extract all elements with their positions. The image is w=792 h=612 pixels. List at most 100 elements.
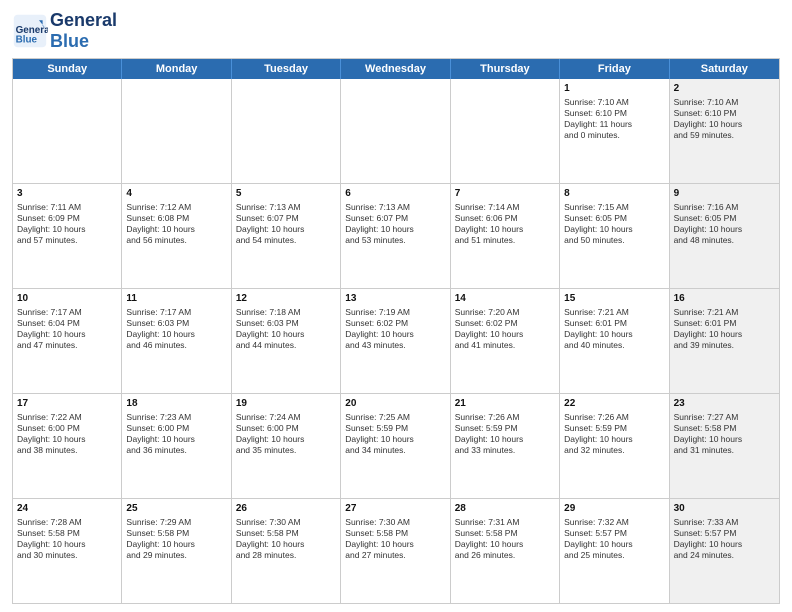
day-number: 13 [345, 292, 445, 306]
calendar-cell-20: 20Sunrise: 7:25 AM Sunset: 5:59 PM Dayli… [341, 394, 450, 498]
calendar-body: 1Sunrise: 7:10 AM Sunset: 6:10 PM Daylig… [13, 79, 779, 603]
cell-info: Sunrise: 7:17 AM Sunset: 6:03 PM Dayligh… [126, 307, 226, 351]
calendar-cell-empty-0-1 [122, 79, 231, 183]
day-number: 8 [564, 187, 664, 201]
calendar-cell-29: 29Sunrise: 7:32 AM Sunset: 5:57 PM Dayli… [560, 499, 669, 603]
cell-info: Sunrise: 7:23 AM Sunset: 6:00 PM Dayligh… [126, 412, 226, 456]
day-number: 4 [126, 187, 226, 201]
day-number: 22 [564, 397, 664, 411]
header-day-wednesday: Wednesday [341, 59, 450, 79]
day-number: 3 [17, 187, 117, 201]
cell-info: Sunrise: 7:15 AM Sunset: 6:05 PM Dayligh… [564, 202, 664, 246]
page: General Blue General Blue SundayMondayTu… [0, 0, 792, 612]
cell-info: Sunrise: 7:17 AM Sunset: 6:04 PM Dayligh… [17, 307, 117, 351]
calendar-cell-15: 15Sunrise: 7:21 AM Sunset: 6:01 PM Dayli… [560, 289, 669, 393]
day-number: 23 [674, 397, 775, 411]
header-day-friday: Friday [560, 59, 669, 79]
cell-info: Sunrise: 7:30 AM Sunset: 5:58 PM Dayligh… [345, 517, 445, 561]
cell-info: Sunrise: 7:31 AM Sunset: 5:58 PM Dayligh… [455, 517, 555, 561]
calendar-cell-1: 1Sunrise: 7:10 AM Sunset: 6:10 PM Daylig… [560, 79, 669, 183]
calendar-row-4: 24Sunrise: 7:28 AM Sunset: 5:58 PM Dayli… [13, 498, 779, 603]
calendar-cell-12: 12Sunrise: 7:18 AM Sunset: 6:03 PM Dayli… [232, 289, 341, 393]
calendar: SundayMondayTuesdayWednesdayThursdayFrid… [12, 58, 780, 604]
day-number: 17 [17, 397, 117, 411]
cell-info: Sunrise: 7:25 AM Sunset: 5:59 PM Dayligh… [345, 412, 445, 456]
day-number: 6 [345, 187, 445, 201]
calendar-cell-empty-0-0 [13, 79, 122, 183]
day-number: 26 [236, 502, 336, 516]
cell-info: Sunrise: 7:16 AM Sunset: 6:05 PM Dayligh… [674, 202, 775, 246]
calendar-cell-3: 3Sunrise: 7:11 AM Sunset: 6:09 PM Daylig… [13, 184, 122, 288]
day-number: 16 [674, 292, 775, 306]
cell-info: Sunrise: 7:18 AM Sunset: 6:03 PM Dayligh… [236, 307, 336, 351]
cell-info: Sunrise: 7:27 AM Sunset: 5:58 PM Dayligh… [674, 412, 775, 456]
day-number: 2 [674, 82, 775, 96]
day-number: 27 [345, 502, 445, 516]
calendar-cell-6: 6Sunrise: 7:13 AM Sunset: 6:07 PM Daylig… [341, 184, 450, 288]
day-number: 29 [564, 502, 664, 516]
calendar-cell-2: 2Sunrise: 7:10 AM Sunset: 6:10 PM Daylig… [670, 79, 779, 183]
calendar-cell-8: 8Sunrise: 7:15 AM Sunset: 6:05 PM Daylig… [560, 184, 669, 288]
cell-info: Sunrise: 7:14 AM Sunset: 6:06 PM Dayligh… [455, 202, 555, 246]
cell-info: Sunrise: 7:24 AM Sunset: 6:00 PM Dayligh… [236, 412, 336, 456]
calendar-cell-27: 27Sunrise: 7:30 AM Sunset: 5:58 PM Dayli… [341, 499, 450, 603]
day-number: 14 [455, 292, 555, 306]
day-number: 24 [17, 502, 117, 516]
calendar-row-2: 10Sunrise: 7:17 AM Sunset: 6:04 PM Dayli… [13, 288, 779, 393]
calendar-cell-23: 23Sunrise: 7:27 AM Sunset: 5:58 PM Dayli… [670, 394, 779, 498]
cell-info: Sunrise: 7:30 AM Sunset: 5:58 PM Dayligh… [236, 517, 336, 561]
day-number: 21 [455, 397, 555, 411]
day-number: 7 [455, 187, 555, 201]
cell-info: Sunrise: 7:26 AM Sunset: 5:59 PM Dayligh… [564, 412, 664, 456]
calendar-cell-28: 28Sunrise: 7:31 AM Sunset: 5:58 PM Dayli… [451, 499, 560, 603]
calendar-header: SundayMondayTuesdayWednesdayThursdayFrid… [13, 59, 779, 79]
logo-icon: General Blue [12, 13, 48, 49]
calendar-cell-25: 25Sunrise: 7:29 AM Sunset: 5:58 PM Dayli… [122, 499, 231, 603]
cell-info: Sunrise: 7:13 AM Sunset: 6:07 PM Dayligh… [236, 202, 336, 246]
day-number: 18 [126, 397, 226, 411]
calendar-cell-24: 24Sunrise: 7:28 AM Sunset: 5:58 PM Dayli… [13, 499, 122, 603]
header-day-sunday: Sunday [13, 59, 122, 79]
calendar-row-1: 3Sunrise: 7:11 AM Sunset: 6:09 PM Daylig… [13, 183, 779, 288]
calendar-cell-30: 30Sunrise: 7:33 AM Sunset: 5:57 PM Dayli… [670, 499, 779, 603]
cell-info: Sunrise: 7:20 AM Sunset: 6:02 PM Dayligh… [455, 307, 555, 351]
calendar-cell-13: 13Sunrise: 7:19 AM Sunset: 6:02 PM Dayli… [341, 289, 450, 393]
cell-info: Sunrise: 7:10 AM Sunset: 6:10 PM Dayligh… [674, 97, 775, 141]
calendar-cell-26: 26Sunrise: 7:30 AM Sunset: 5:58 PM Dayli… [232, 499, 341, 603]
logo-text: General Blue [50, 10, 117, 52]
header-row: General Blue General Blue [12, 10, 780, 52]
calendar-cell-17: 17Sunrise: 7:22 AM Sunset: 6:00 PM Dayli… [13, 394, 122, 498]
cell-info: Sunrise: 7:11 AM Sunset: 6:09 PM Dayligh… [17, 202, 117, 246]
calendar-cell-18: 18Sunrise: 7:23 AM Sunset: 6:00 PM Dayli… [122, 394, 231, 498]
cell-info: Sunrise: 7:13 AM Sunset: 6:07 PM Dayligh… [345, 202, 445, 246]
cell-info: Sunrise: 7:29 AM Sunset: 5:58 PM Dayligh… [126, 517, 226, 561]
cell-info: Sunrise: 7:32 AM Sunset: 5:57 PM Dayligh… [564, 517, 664, 561]
cell-info: Sunrise: 7:21 AM Sunset: 6:01 PM Dayligh… [564, 307, 664, 351]
calendar-cell-19: 19Sunrise: 7:24 AM Sunset: 6:00 PM Dayli… [232, 394, 341, 498]
svg-text:Blue: Blue [16, 35, 38, 46]
cell-info: Sunrise: 7:19 AM Sunset: 6:02 PM Dayligh… [345, 307, 445, 351]
calendar-cell-7: 7Sunrise: 7:14 AM Sunset: 6:06 PM Daylig… [451, 184, 560, 288]
calendar-cell-5: 5Sunrise: 7:13 AM Sunset: 6:07 PM Daylig… [232, 184, 341, 288]
day-number: 25 [126, 502, 226, 516]
day-number: 10 [17, 292, 117, 306]
cell-info: Sunrise: 7:21 AM Sunset: 6:01 PM Dayligh… [674, 307, 775, 351]
header-day-saturday: Saturday [670, 59, 779, 79]
calendar-row-0: 1Sunrise: 7:10 AM Sunset: 6:10 PM Daylig… [13, 79, 779, 183]
day-number: 15 [564, 292, 664, 306]
day-number: 9 [674, 187, 775, 201]
day-number: 12 [236, 292, 336, 306]
cell-info: Sunrise: 7:22 AM Sunset: 6:00 PM Dayligh… [17, 412, 117, 456]
day-number: 28 [455, 502, 555, 516]
calendar-cell-empty-0-4 [451, 79, 560, 183]
day-number: 30 [674, 502, 775, 516]
calendar-cell-22: 22Sunrise: 7:26 AM Sunset: 5:59 PM Dayli… [560, 394, 669, 498]
day-number: 11 [126, 292, 226, 306]
cell-info: Sunrise: 7:10 AM Sunset: 6:10 PM Dayligh… [564, 97, 664, 141]
calendar-cell-empty-0-2 [232, 79, 341, 183]
calendar-cell-4: 4Sunrise: 7:12 AM Sunset: 6:08 PM Daylig… [122, 184, 231, 288]
cell-info: Sunrise: 7:33 AM Sunset: 5:57 PM Dayligh… [674, 517, 775, 561]
calendar-cell-empty-0-3 [341, 79, 450, 183]
calendar-cell-9: 9Sunrise: 7:16 AM Sunset: 6:05 PM Daylig… [670, 184, 779, 288]
logo-area: General Blue General Blue [12, 10, 117, 52]
